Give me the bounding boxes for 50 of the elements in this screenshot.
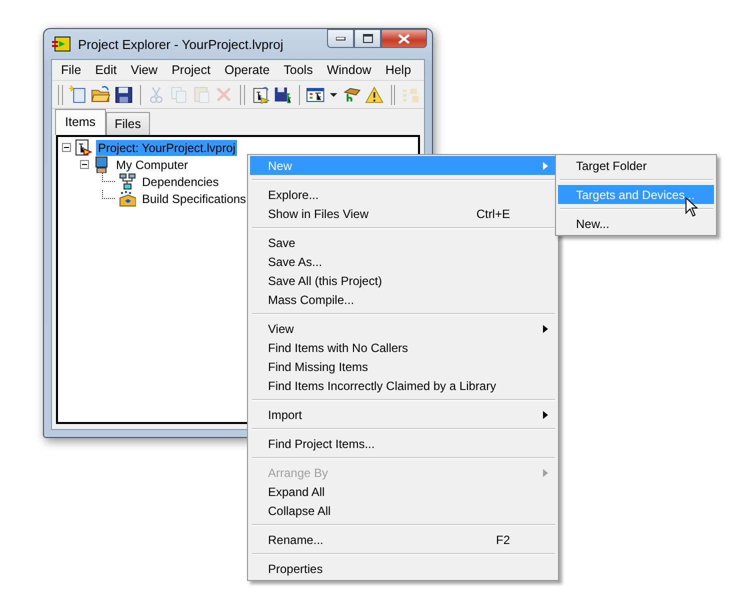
menu-item[interactable]: Show in Files View Ctrl+E [250,204,556,223]
tree-item[interactable]: Dependencies [140,174,221,190]
folder-icon[interactable] [91,84,111,105]
menu-item[interactable]: Import [250,405,556,424]
menu-item[interactable]: Find Project Items... [250,434,556,453]
menu-item[interactable]: Rename... F2 [250,530,556,549]
close-button[interactable] [381,29,427,48]
maximize-icon [362,34,372,43]
menu-item[interactable]: Explore... [250,185,556,204]
tab[interactable]: Items [55,109,106,135]
window-title: Project Explorer - YourProject.lvproj [78,36,284,52]
computer-icon [93,156,110,173]
build-box-icon [119,190,136,207]
project-icon[interactable] [250,84,270,105]
menu-item[interactable]: Operate [217,62,277,78]
menu-item[interactable]: Save As... [250,252,556,271]
tree-item[interactable]: Project: YourProject.lvproj [96,140,238,156]
menu-item[interactable]: Save All (this Project) [250,271,556,290]
menu-item[interactable]: Save [250,233,556,252]
menu-item[interactable]: Project [164,62,218,78]
collapse-icon[interactable] [62,143,71,152]
menu-item[interactable]: Expand All [250,482,556,501]
menu-item[interactable]: Collapse All [250,501,556,520]
page-icon[interactable] [68,84,88,105]
warning-icon[interactable] [365,84,385,105]
menu-item[interactable]: Find Missing Items [250,357,556,376]
minimize-icon [336,36,346,40]
tab[interactable]: Files [106,112,150,135]
menu-item[interactable]: Find Items Incorrectly Claimed by a Library [250,376,556,395]
menu-item[interactable]: Tools [276,62,320,78]
menu-item[interactable]: View [124,62,165,78]
app-icon [52,36,72,52]
menu-item[interactable]: File [54,62,88,78]
tree-item[interactable]: My Computer [114,156,190,172]
close-icon [398,34,410,44]
menu-item[interactable]: View [250,319,556,338]
menu-item[interactable]: Help [378,62,418,78]
tree-item[interactable]: Build Specifications [140,190,248,206]
menu-item[interactable]: Find Items with No Callers [250,338,556,357]
menu-item[interactable]: New... [558,214,714,233]
project-icon [75,139,92,156]
minimize-button[interactable] [327,29,354,48]
dependencies-icon [119,173,136,190]
menu-item[interactable]: Mass Compile... [250,290,556,309]
menu-item[interactable]: Edit [88,62,124,78]
collapse-icon[interactable] [80,160,89,169]
menu-item[interactable]: Properties [250,559,556,578]
menu-item[interactable]: Window [320,62,378,78]
maximize-button[interactable] [354,29,381,48]
menu-item[interactable]: Target Folder [558,156,714,175]
